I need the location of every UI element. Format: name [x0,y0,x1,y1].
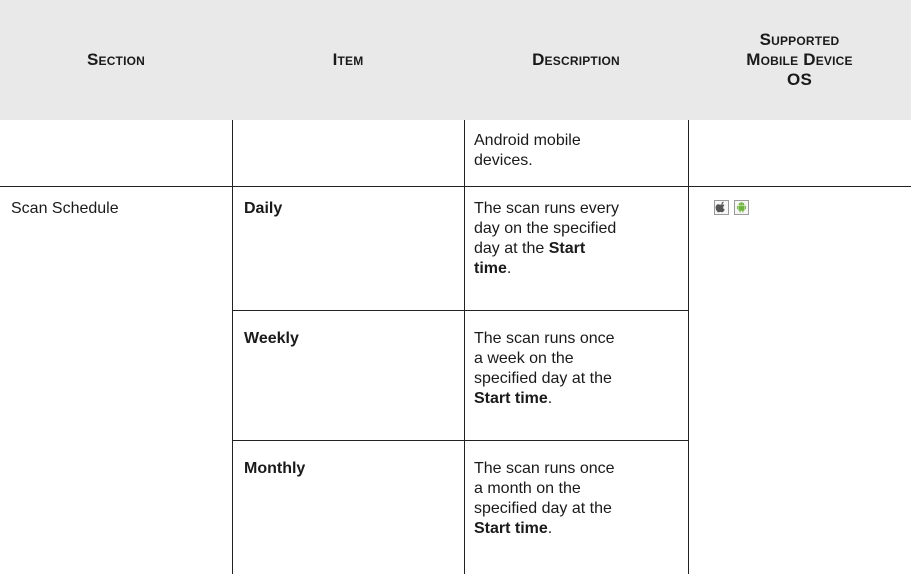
column-header-description: Description [532,50,620,69]
row-divider [232,440,688,441]
column-header-section: Section [86,50,146,69]
description-cell: The scan runs once a week on the specifi… [474,330,615,407]
description-cell: The scan runs every day on the specified… [474,200,619,277]
item-cell: Daily [244,200,283,217]
item-cell: Weekly [244,330,299,347]
column-divider [232,120,233,574]
apple-icon [714,200,729,215]
description-cell: Android mobile devices. [474,132,581,169]
row-divider [232,310,688,311]
column-divider [464,120,465,574]
column-divider [688,120,689,574]
item-cell: Monthly [244,460,306,477]
column-header-os: Supported Mobile Device OS [746,30,853,89]
row-divider [0,186,911,187]
android-icon [734,200,749,215]
section-cell: Scan Schedule [11,200,119,217]
description-cell: The scan runs once a month on the specif… [474,460,615,537]
column-header-item: Item [332,50,364,69]
